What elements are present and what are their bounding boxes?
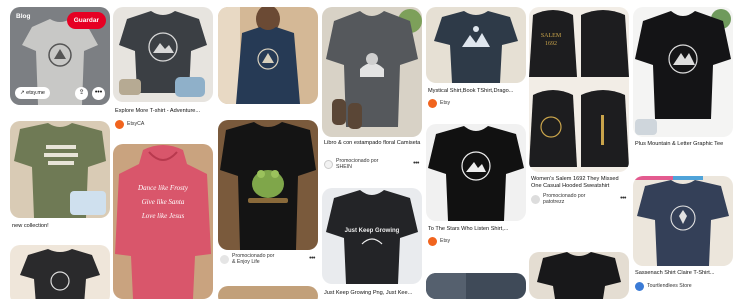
svg-text:1692: 1692: [545, 41, 557, 47]
tshirt-photo: [426, 7, 526, 83]
pin-caption[interactable]: To The Stars Who Listen Shirt,...: [428, 226, 526, 233]
source-name: Etsy: [440, 100, 451, 106]
tshirt-photo: [218, 286, 318, 299]
source-name: Etsy: [440, 238, 451, 244]
etsy-avatar: [115, 119, 124, 129]
tshirt-photo: [633, 7, 733, 137]
pin-source[interactable]: Etsy: [428, 236, 526, 246]
svg-text:Just Keep Growing: Just Keep Growing: [345, 228, 400, 234]
pin-image[interactable]: [218, 7, 318, 104]
advertiser-avatar: [531, 194, 540, 204]
tshirt-photo: [10, 245, 110, 299]
pin-image[interactable]: [426, 7, 526, 83]
source-name: EtsyCA: [127, 121, 145, 127]
model-tshirt-photo: [218, 7, 318, 104]
tshirt-photo: Just Keep Growing: [322, 188, 422, 284]
source-link-chip[interactable]: ↗ etsy.me: [15, 87, 50, 99]
pin-image[interactable]: Dance like Frosty Give like Santa Love l…: [113, 144, 213, 299]
shein-avatar: [324, 159, 333, 169]
more-options-icon[interactable]: •••: [309, 255, 315, 262]
tshirt-photo: [633, 176, 733, 266]
svg-text:Love like Jesus: Love like Jesus: [141, 212, 185, 220]
pin-caption[interactable]: new collection!: [12, 223, 110, 230]
pin-image[interactable]: [529, 252, 629, 299]
pin-image[interactable]: SALEM 1692: [529, 7, 629, 172]
tshirt-photo: [113, 7, 213, 102]
pin-source[interactable]: Promocionado por & Enjoy Life •••: [220, 253, 318, 265]
pin-image[interactable]: [218, 286, 318, 299]
pin-caption[interactable]: Libro & con estampado floral Camiseta: [324, 140, 422, 154]
more-options-icon[interactable]: •••: [92, 87, 105, 100]
save-button[interactable]: Guardar: [66, 12, 106, 29]
pin-caption[interactable]: Plus Mountain & Letter Graphic Tee: [635, 141, 733, 155]
promoted-source: Promocionado por patotrezz: [543, 193, 585, 205]
pin-image[interactable]: [10, 245, 110, 299]
pin-caption[interactable]: Sassenach Shirt Claire T-Shirt...: [635, 270, 733, 277]
source-name: SHEIN: [336, 164, 352, 170]
pin-image[interactable]: [113, 7, 213, 102]
svg-text:Dance like Frosty: Dance like Frosty: [137, 184, 189, 192]
ideas-photo: [426, 273, 526, 299]
more-options-icon[interactable]: •••: [620, 195, 626, 202]
pin-image[interactable]: Blog Guardar ↗ etsy.me ⇪ •••: [10, 7, 110, 105]
pin-image[interactable]: [633, 176, 733, 266]
hoodie-photo: SALEM 1692: [529, 7, 629, 172]
tshirt-photo: [10, 121, 110, 218]
pin-image[interactable]: [218, 120, 318, 250]
pin-caption[interactable]: Explore More T-shirt - Adventure...: [115, 108, 213, 115]
pin-image[interactable]: [322, 7, 422, 137]
pin-caption[interactable]: Women's Salem 1692 They Missed One Casua…: [531, 176, 629, 190]
source-name: patotrezz: [543, 199, 565, 205]
svg-text:SALEM: SALEM: [541, 33, 562, 39]
tshirt-photo: [426, 124, 526, 221]
pin-image[interactable]: [426, 124, 526, 221]
promoted-source: Promocionado por SHEIN: [336, 158, 378, 170]
promoted-source: Promocionado por & Enjoy Life: [232, 253, 274, 265]
pin-source[interactable]: Etsy: [428, 98, 526, 108]
source-name: & Enjoy Life: [232, 259, 260, 265]
svg-text:Give like Santa: Give like Santa: [142, 198, 185, 206]
hoodie-photo: Dance like Frosty Give like Santa Love l…: [113, 144, 213, 299]
pin-caption[interactable]: Just Keep Growing Png, Just Kee...: [324, 290, 422, 297]
store-avatar: [635, 281, 644, 291]
advertiser-avatar: [220, 254, 229, 264]
etsy-avatar: [428, 98, 437, 108]
source-name: Tourtlendlees Store: [647, 283, 692, 289]
ideas-image[interactable]: [426, 273, 526, 299]
tshirt-photo: [529, 252, 629, 299]
etsy-avatar: [428, 236, 437, 246]
board-label[interactable]: Blog: [16, 13, 30, 20]
pin-source[interactable]: Promocionado por patotrezz •••: [531, 193, 629, 205]
pin-image[interactable]: Just Keep Growing: [322, 188, 422, 284]
frog-tshirt-photo: [218, 120, 318, 250]
tshirt-photo: [322, 7, 422, 137]
pin-source[interactable]: Promocionado por SHEIN •••: [324, 158, 422, 170]
source-link-text: etsy.me: [26, 90, 45, 96]
pin-caption[interactable]: Mystical Shirt,Book TShirt,Drago...: [428, 88, 526, 95]
share-icon[interactable]: ⇪: [75, 87, 88, 100]
pin-image[interactable]: [10, 121, 110, 218]
pin-source[interactable]: Tourtlendlees Store: [635, 281, 733, 291]
pin-image[interactable]: [633, 7, 733, 137]
more-options-icon[interactable]: •••: [413, 160, 419, 167]
pin-source[interactable]: EtsyCA: [115, 119, 213, 129]
